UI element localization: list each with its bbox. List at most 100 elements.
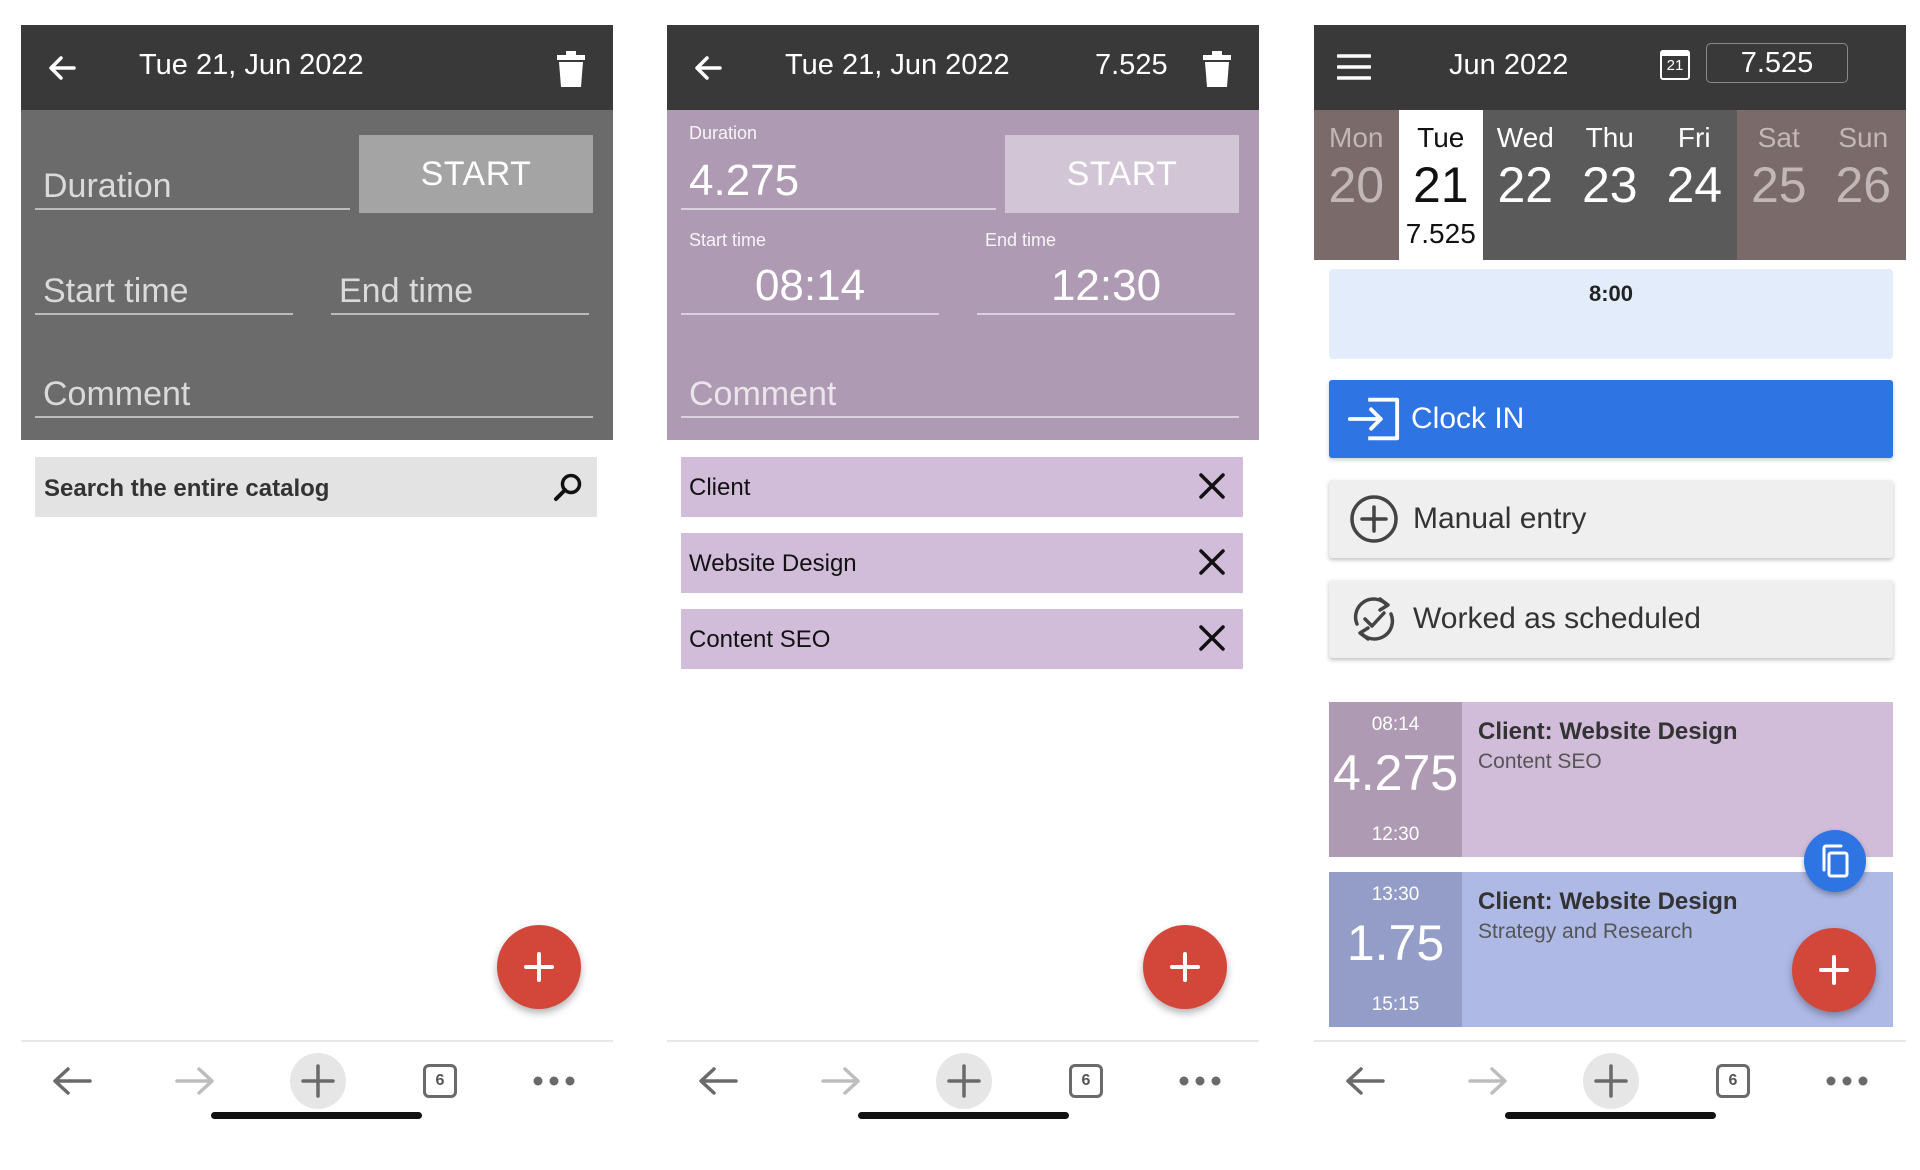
end-time-placeholder: End time xyxy=(339,272,474,310)
day-total-box[interactable]: 7.525 xyxy=(1706,43,1848,83)
remove-tag-close-icon[interactable] xyxy=(1197,623,1227,658)
day-sun[interactable]: Sun 26 xyxy=(1821,110,1906,260)
forward-arrow-icon[interactable] xyxy=(1463,1056,1513,1106)
new-tab-plus-icon[interactable] xyxy=(1583,1053,1639,1109)
day-mon[interactable]: Mon 20 xyxy=(1314,110,1399,260)
home-indicator xyxy=(1505,1112,1716,1119)
day-name: Thu xyxy=(1585,122,1634,153)
manual-entry-button[interactable]: Manual entry xyxy=(1329,480,1893,558)
start-time-field[interactable]: Start time 08:14 xyxy=(681,230,939,315)
screen-day-view: Jun 2022 21 7.525 Mon 20 Tue 21 7.525 We… xyxy=(1314,25,1906,1120)
day-date: 23 xyxy=(1581,157,1638,213)
duration-field[interactable]: Duration 4.275 xyxy=(681,123,996,210)
back-arrow-icon[interactable] xyxy=(47,1056,97,1106)
duration-value: 4.275 xyxy=(689,156,800,205)
tag-label: Client xyxy=(689,474,751,501)
day-hours: 7.525 xyxy=(1405,218,1476,249)
day-date: 20 xyxy=(1328,157,1385,213)
entry-subtitle: Content SEO xyxy=(1478,750,1602,773)
back-arrow-icon[interactable] xyxy=(1340,1056,1390,1106)
start-time-label: Start time xyxy=(689,230,767,250)
day-date: 22 xyxy=(1497,157,1554,213)
duration-field[interactable]: Duration xyxy=(35,150,350,210)
start-button[interactable]: START xyxy=(359,135,593,213)
entry-start: 08:14 xyxy=(1371,714,1420,735)
start-time-placeholder: Start time xyxy=(43,272,189,310)
day-date: 21 xyxy=(1412,157,1469,213)
arrow-left-icon[interactable] xyxy=(41,47,83,89)
entry-form: Duration START Start time End time Comme… xyxy=(21,110,613,440)
forward-arrow-icon[interactable] xyxy=(816,1056,866,1106)
time-entry-card[interactable]: 08:14 4.275 12:30 Client: Website Design… xyxy=(1329,702,1893,857)
hamburger-menu-icon[interactable] xyxy=(1334,47,1374,87)
comment-field[interactable]: Comment xyxy=(35,358,593,418)
day-date: 24 xyxy=(1666,157,1723,213)
entry-title: Client: Website Design xyxy=(1478,718,1738,745)
calendar-frame: 21 xyxy=(1660,50,1690,80)
browser-toolbar: 6 xyxy=(21,1040,613,1120)
tab-count-badge: 6 xyxy=(423,1064,457,1098)
day-name: Sun xyxy=(1838,122,1889,153)
plus-icon xyxy=(1170,952,1200,982)
calendar-icon[interactable]: 21 xyxy=(1658,47,1692,83)
tag-content-seo: Content SEO xyxy=(681,609,1243,669)
new-tab-plus-icon[interactable] xyxy=(936,1053,992,1109)
entry-title: Client: Website Design xyxy=(1478,888,1738,915)
clock-in-button[interactable]: Clock IN xyxy=(1329,380,1893,458)
new-tab-plus-icon[interactable] xyxy=(290,1053,346,1109)
remove-tag-close-icon[interactable] xyxy=(1197,471,1227,506)
day-total-hours: 7.525 xyxy=(1740,47,1814,79)
day-name: Mon xyxy=(1329,122,1384,153)
day-total-hours: 7.525 xyxy=(1095,49,1168,81)
search-icon[interactable] xyxy=(551,470,585,504)
end-time-field[interactable]: End time 12:30 xyxy=(977,230,1235,315)
day-tue[interactable]: Tue 21 7.525 xyxy=(1398,110,1483,260)
trash-icon[interactable] xyxy=(551,47,591,91)
forward-arrow-icon[interactable] xyxy=(170,1056,220,1106)
comment-placeholder: Comment xyxy=(43,375,191,413)
more-dots-icon[interactable] xyxy=(1175,1056,1225,1106)
more-dots-icon[interactable] xyxy=(529,1056,579,1106)
trash-icon[interactable] xyxy=(1197,47,1237,91)
day-name: Wed xyxy=(1496,122,1554,153)
start-button[interactable]: START xyxy=(1005,135,1239,213)
catalog-search-bar[interactable]: Search the entire catalog xyxy=(35,457,597,517)
day-date: 25 xyxy=(1750,157,1807,213)
search-placeholder: Search the entire catalog xyxy=(44,475,330,502)
worked-as-scheduled-button[interactable]: Worked as scheduled xyxy=(1329,580,1893,658)
day-thu[interactable]: Thu 23 xyxy=(1567,110,1652,260)
add-fab-button[interactable] xyxy=(497,925,581,1009)
copy-button[interactable] xyxy=(1804,830,1866,892)
manual-entry-label: Manual entry xyxy=(1413,502,1587,535)
calendar-badge: 21 xyxy=(1666,57,1684,74)
tabs-icon[interactable]: 6 xyxy=(1713,1056,1753,1106)
add-fab-button[interactable] xyxy=(1792,928,1876,1012)
start-time-field[interactable]: Start time xyxy=(35,255,293,315)
arrow-left-icon[interactable] xyxy=(687,47,729,89)
entry-duration: 1.75 xyxy=(1346,915,1445,971)
end-time-field[interactable]: End time xyxy=(331,255,589,315)
comment-placeholder: Comment xyxy=(689,375,837,413)
back-arrow-icon[interactable] xyxy=(693,1056,743,1106)
more-dots-icon[interactable] xyxy=(1822,1056,1872,1106)
clock-in-icon xyxy=(1347,394,1401,444)
tabs-icon[interactable]: 6 xyxy=(1066,1056,1106,1106)
home-indicator xyxy=(211,1112,422,1119)
tag-label: Website Design xyxy=(689,550,857,577)
header-bar: Jun 2022 21 7.525 xyxy=(1314,25,1906,110)
browser-toolbar: 6 xyxy=(667,1040,1259,1120)
day-fri[interactable]: Fri 24 xyxy=(1652,110,1737,260)
remove-tag-close-icon[interactable] xyxy=(1197,547,1227,582)
tabs-icon[interactable]: 6 xyxy=(420,1056,460,1106)
day-wed[interactable]: Wed 22 xyxy=(1483,110,1568,260)
week-strip: Mon 20 Tue 21 7.525 Wed 22 Thu 23 Fri 24… xyxy=(1314,110,1906,260)
scheduled-shift-block[interactable]: 8:00 xyxy=(1329,269,1893,359)
screen-empty-entry: Tue 21, Jun 2022 Duration START Start ti… xyxy=(21,25,613,1120)
comment-field[interactable]: Comment xyxy=(681,358,1239,418)
tag-website-design: Website Design xyxy=(681,533,1243,593)
clock-in-label: Clock IN xyxy=(1411,402,1525,435)
duration-label: Duration xyxy=(689,123,758,143)
day-sat[interactable]: Sat 25 xyxy=(1736,110,1821,260)
sync-check-icon xyxy=(1349,594,1399,644)
add-fab-button[interactable] xyxy=(1143,925,1227,1009)
